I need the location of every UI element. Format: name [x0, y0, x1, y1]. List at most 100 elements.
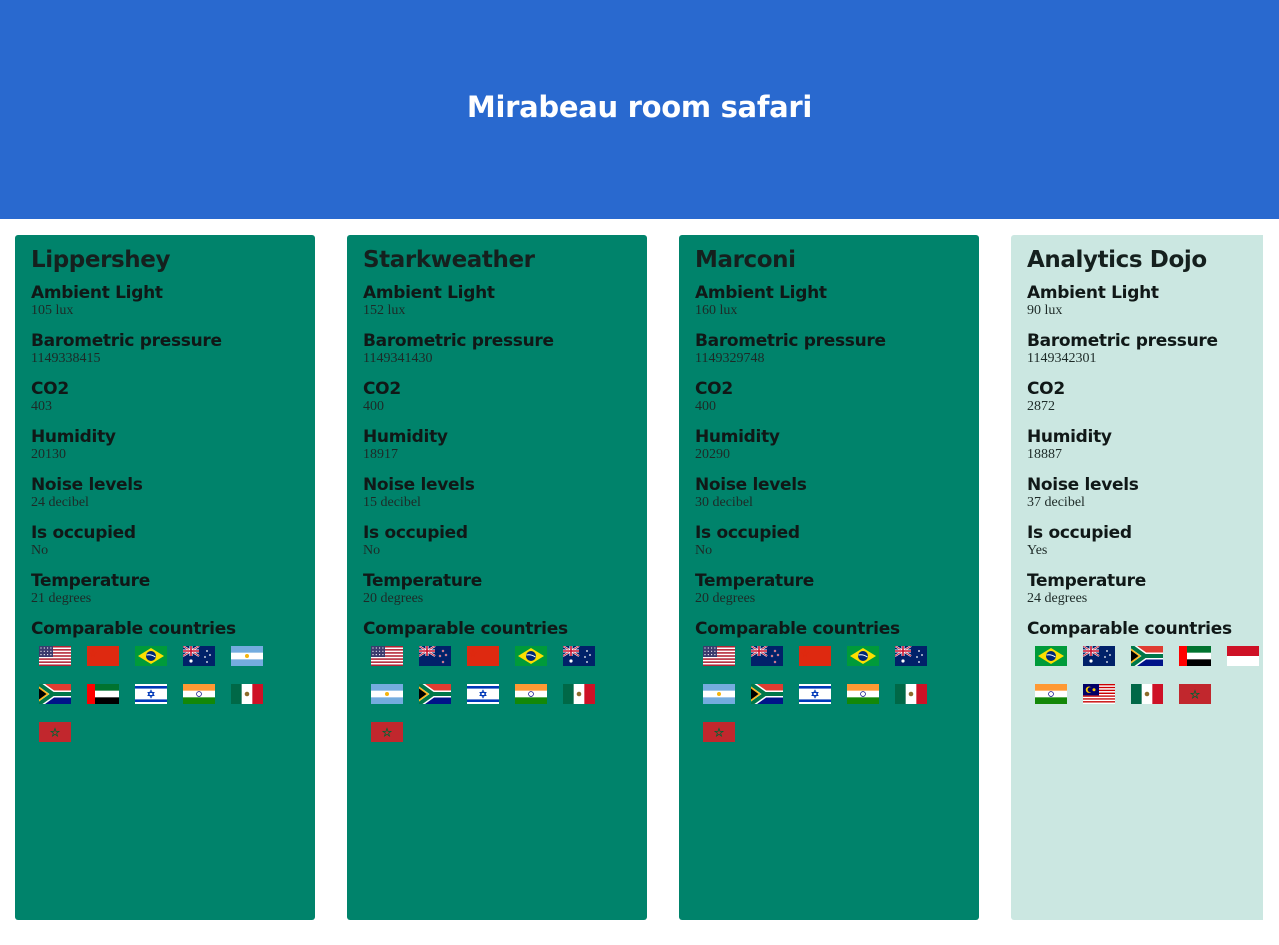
metric-value: 20130 [31, 447, 66, 462]
page-title: Mirabeau room safari [466, 89, 813, 124]
israel-flag-icon [467, 684, 499, 704]
metric-label: Barometric pressure [363, 331, 554, 351]
israel-flag-icon [135, 684, 167, 704]
metric-label: Noise levels [1027, 475, 1139, 495]
metric-label: CO2 [695, 379, 733, 399]
room-name: Starkweather [363, 247, 535, 273]
metric-label: Barometric pressure [31, 331, 222, 351]
metric-label: Ambient Light [363, 283, 495, 303]
metric-label: Comparable countries [1027, 619, 1232, 639]
brazil-flag-icon [515, 646, 547, 666]
metric-light: Ambient Light 160 lux [695, 284, 963, 319]
china-flag-icon [87, 646, 119, 666]
metric-value: No [695, 543, 713, 558]
new-zealand-flag-icon [751, 646, 783, 666]
metric-label: CO2 [363, 379, 401, 399]
metric-value: 400 [363, 399, 384, 414]
israel-flag-icon [799, 684, 831, 704]
usa-flag-icon [703, 646, 735, 666]
south-africa-flag-icon [39, 684, 71, 704]
australia-flag-icon [183, 646, 215, 666]
metric-light: Ambient Light 152 lux [363, 284, 631, 319]
metric-temperature: Temperature 21 degrees [31, 572, 299, 607]
flag-list [31, 646, 289, 760]
metric-label: Barometric pressure [1027, 331, 1218, 351]
metric-value: 1149338415 [31, 351, 101, 366]
metric-co2: CO2 400 [695, 380, 963, 415]
metric-label: Humidity [363, 427, 448, 447]
mexico-flag-icon [231, 684, 263, 704]
metric-light: Ambient Light 90 lux [1027, 284, 1263, 319]
metric-value: 37 decibel [1027, 495, 1085, 510]
metric-label: Temperature [363, 571, 482, 591]
metric-label: Temperature [31, 571, 150, 591]
room-card: Analytics Dojo Ambient Light 90 lux Baro… [1011, 235, 1263, 920]
metric-value: No [363, 543, 381, 558]
metric-value: 105 lux [31, 303, 74, 318]
flag-list [1027, 646, 1263, 722]
metric-countries: Comparable countries [1027, 620, 1263, 639]
metric-occupied: Is occupied Yes [1027, 524, 1263, 559]
rooms-scroll-area[interactable]: Lippershey Ambient Light 105 lux Baromet… [0, 219, 1263, 945]
metric-label: Temperature [1027, 571, 1146, 591]
metric-value: 2872 [1027, 399, 1055, 414]
usa-flag-icon [371, 646, 403, 666]
metric-label: Humidity [1027, 427, 1112, 447]
morocco-flag-icon [1179, 684, 1211, 704]
south-africa-flag-icon [1131, 646, 1163, 666]
metric-value: 24 degrees [1027, 591, 1088, 606]
india-flag-icon [183, 684, 215, 704]
metric-label: Temperature [695, 571, 814, 591]
metric-light: Ambient Light 105 lux [31, 284, 299, 319]
metric-label: Noise levels [695, 475, 807, 495]
metric-value: 20290 [695, 447, 730, 462]
flag-list [363, 646, 621, 760]
mexico-flag-icon [1131, 684, 1163, 704]
metric-noise: Noise levels 15 decibel [363, 476, 631, 511]
metric-pressure: Barometric pressure 1149341430 [363, 332, 631, 367]
uae-flag-icon [87, 684, 119, 704]
brazil-flag-icon [847, 646, 879, 666]
morocco-flag-icon [703, 722, 735, 742]
metric-label: Is occupied [31, 523, 136, 543]
mexico-flag-icon [563, 684, 595, 704]
metric-co2: CO2 2872 [1027, 380, 1263, 415]
metric-value: 24 decibel [31, 495, 89, 510]
metric-value: 1149341430 [363, 351, 433, 366]
metric-noise: Noise levels 30 decibel [695, 476, 963, 511]
south-africa-flag-icon [751, 684, 783, 704]
metric-label: Comparable countries [695, 619, 900, 639]
metric-value: 90 lux [1027, 303, 1063, 318]
morocco-flag-icon [39, 722, 71, 742]
metric-value: Yes [1027, 543, 1048, 558]
metric-label: Is occupied [1027, 523, 1132, 543]
metric-value: 1149342301 [1027, 351, 1097, 366]
metric-pressure: Barometric pressure 1149342301 [1027, 332, 1263, 367]
argentina-flag-icon [371, 684, 403, 704]
metric-label: Comparable countries [363, 619, 568, 639]
room-name: Lippershey [31, 247, 171, 273]
metric-humidity: Humidity 18887 [1027, 428, 1263, 463]
india-flag-icon [1035, 684, 1067, 704]
metric-value: 20 degrees [363, 591, 424, 606]
metric-noise: Noise levels 37 decibel [1027, 476, 1263, 511]
metric-pressure: Barometric pressure 1149338415 [31, 332, 299, 367]
metric-value: 18917 [363, 447, 398, 462]
metric-value: 21 degrees [31, 591, 92, 606]
metric-label: Is occupied [363, 523, 468, 543]
metric-temperature: Temperature 24 degrees [1027, 572, 1263, 607]
metric-value: 15 decibel [363, 495, 421, 510]
room-card: Marconi Ambient Light 160 lux Barometric… [679, 235, 979, 920]
mexico-flag-icon [895, 684, 927, 704]
metric-label: Barometric pressure [695, 331, 886, 351]
metric-value: 20 degrees [695, 591, 756, 606]
metric-value: 1149329748 [695, 351, 765, 366]
metric-humidity: Humidity 20130 [31, 428, 299, 463]
metric-value: 152 lux [363, 303, 406, 318]
usa-flag-icon [39, 646, 71, 666]
metric-value: 30 decibel [695, 495, 753, 510]
metric-humidity: Humidity 18917 [363, 428, 631, 463]
china-flag-icon [467, 646, 499, 666]
metric-label: Ambient Light [1027, 283, 1159, 303]
brazil-flag-icon [1035, 646, 1067, 666]
